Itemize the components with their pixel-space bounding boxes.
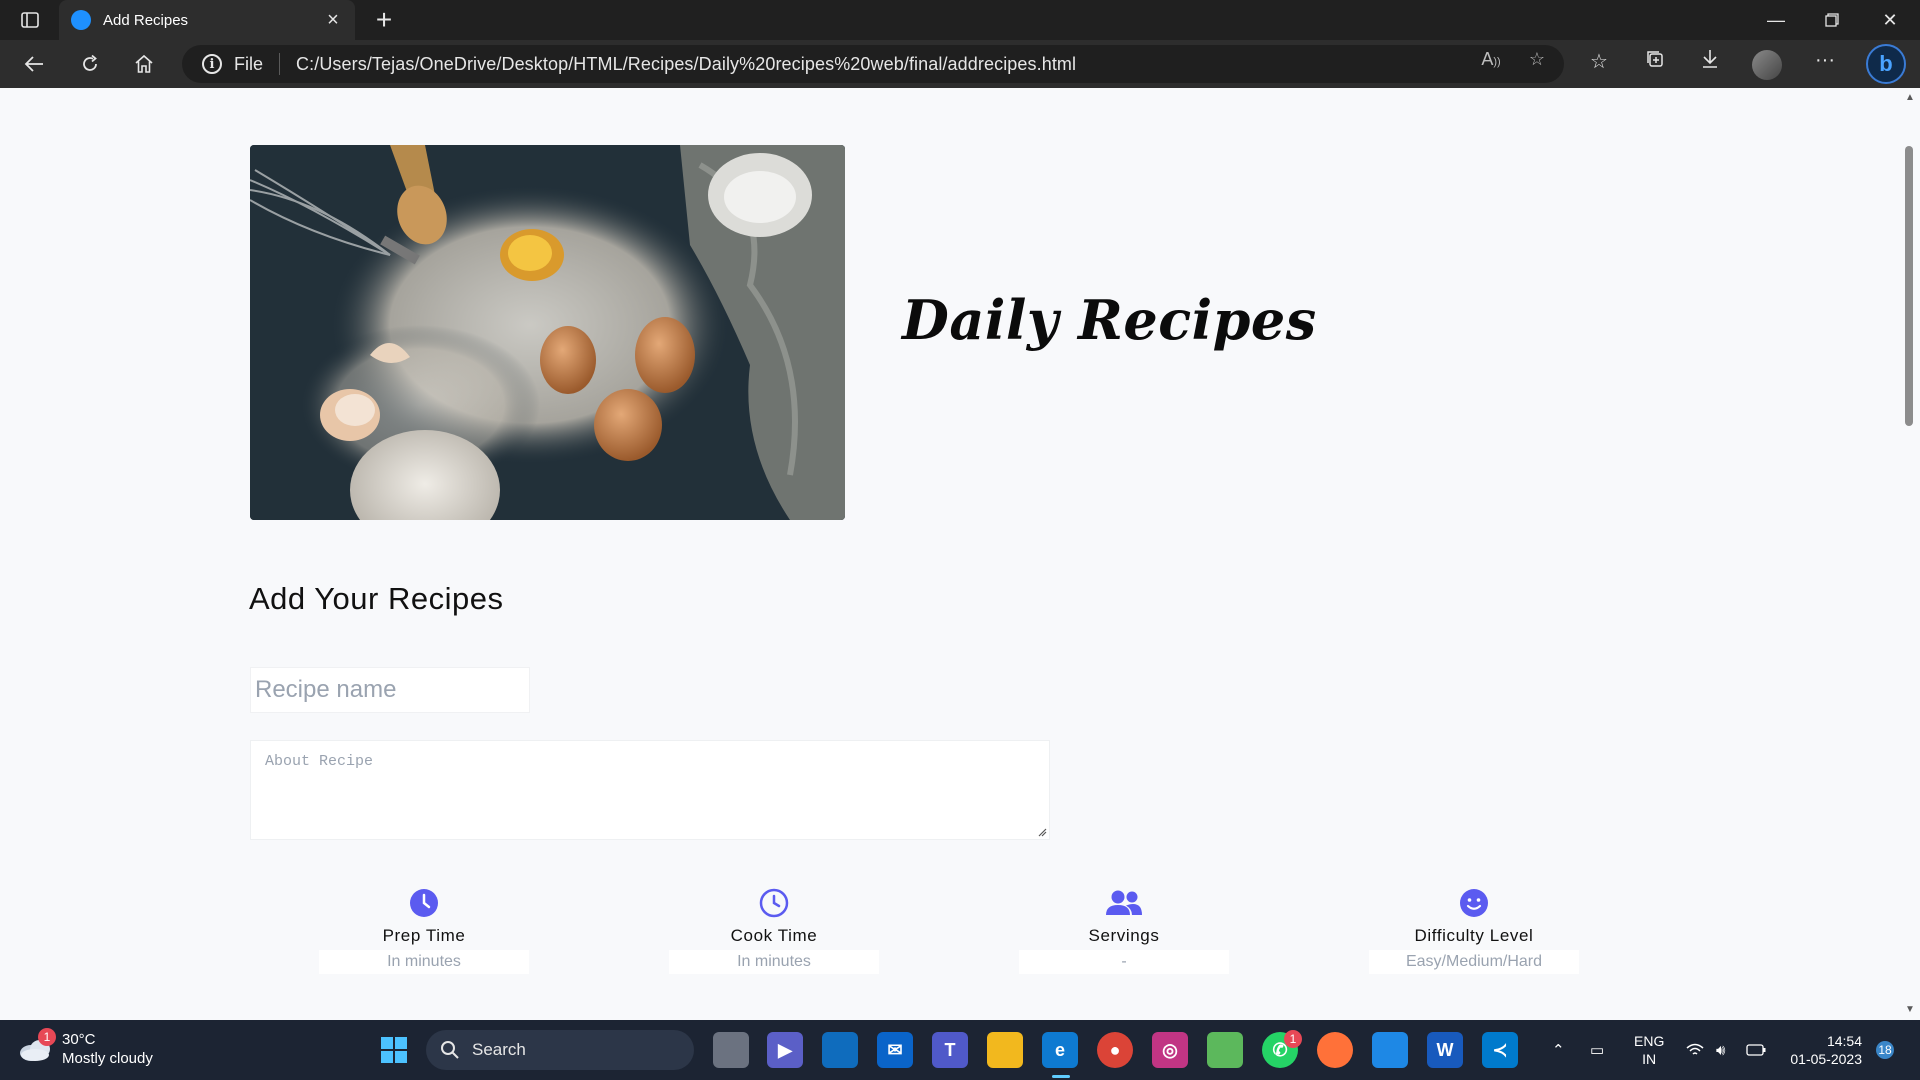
more-options-icon[interactable]: ··· (1810, 49, 1840, 72)
clock-filled-icon (409, 888, 439, 918)
chrome-icon[interactable]: ● (1097, 1032, 1133, 1068)
word-icon[interactable]: W (1427, 1032, 1463, 1068)
cook-time-field: Cook Time In minutes (669, 888, 879, 974)
vscode-icon[interactable]: ≺ (1482, 1032, 1518, 1068)
page-content: Daily Recipes Add Your Recipes Recipe na… (0, 88, 1900, 1020)
window-close-icon[interactable]: ✕ (1862, 0, 1918, 40)
add-favorite-icon[interactable]: ☆ (1524, 49, 1550, 70)
address-bar[interactable]: i File C:/Users/Tejas/OneDrive/Desktop/H… (182, 45, 1564, 83)
section-title: Add Your Recipes (249, 581, 504, 616)
prep-time-label: Prep Time (382, 926, 466, 945)
active-app-indicator (1052, 1075, 1070, 1078)
url-separator (279, 53, 281, 75)
snipping-tool-icon[interactable] (1372, 1032, 1408, 1068)
tab-actions-icon[interactable] (14, 8, 46, 32)
profile-avatar[interactable] (1752, 50, 1782, 80)
favorites-icon[interactable]: ☆ (1584, 49, 1614, 74)
start-windows-icon[interactable] (376, 1032, 412, 1068)
teams-icon[interactable]: T (932, 1032, 968, 1068)
browser-toolbar: i File C:/Users/Tejas/OneDrive/Desktop/H… (0, 40, 1920, 88)
scroll-up-icon[interactable]: ▲ (1904, 92, 1916, 104)
bing-copilot-icon[interactable]: b (1866, 44, 1906, 84)
scroll-down-icon[interactable]: ▼ (1904, 1004, 1916, 1016)
url-scheme-label: File (234, 53, 264, 74)
clock[interactable]: 14:54 01-05-2023 (1786, 1020, 1862, 1080)
search-icon (441, 1041, 459, 1059)
prep-time-field: Prep Time In minutes (319, 888, 529, 974)
servings-input[interactable]: - (1019, 950, 1229, 974)
collections-icon[interactable] (1640, 49, 1670, 75)
vertical-scrollbar[interactable]: ▲ ▼ (1900, 88, 1920, 1020)
language-indicator[interactable]: ENG IN (1634, 1020, 1664, 1080)
taskbar-search[interactable]: Search (426, 1030, 694, 1070)
instagram-icon[interactable]: ◎ (1152, 1032, 1188, 1068)
about-recipe-textarea[interactable]: About Recipe (250, 740, 1050, 840)
battery-icon[interactable] (1746, 1020, 1766, 1080)
minimize-icon[interactable]: — (1748, 0, 1804, 40)
new-tab-button[interactable]: + (368, 4, 400, 36)
weather-description: Mostly cloudy (62, 1050, 153, 1067)
downloads-icon[interactable] (1695, 49, 1725, 75)
whatsapp-badge: 1 (1284, 1030, 1302, 1048)
volume-icon[interactable]: 🔊︎ (1716, 1020, 1725, 1080)
bluestacks-icon[interactable] (1207, 1032, 1243, 1068)
clock-date: 01-05-2023 (1790, 1051, 1862, 1067)
recipe-name-input[interactable]: Recipe name (250, 667, 530, 713)
weather-badge: 1 (38, 1028, 56, 1046)
clock-outline-icon (759, 888, 789, 918)
tab-title: Add Recipes (103, 11, 189, 29)
browser-tab-bar: Add Recipes × + — ✕ (0, 0, 1920, 40)
clock-time: 14:54 (1826, 1033, 1862, 1049)
difficulty-level-field: Difficulty Level Easy/Medium/Hard (1369, 888, 1579, 974)
servings-label: Servings (1088, 926, 1160, 945)
mail-icon[interactable]: ✉ (877, 1032, 913, 1068)
servings-field: Servings - (1019, 888, 1229, 974)
hero-image (250, 145, 845, 520)
widgets-app-icon[interactable] (822, 1032, 858, 1068)
edge-browser-icon[interactable]: e (1042, 1032, 1078, 1068)
show-hidden-icons[interactable]: ⌃ (1552, 1020, 1565, 1080)
resize-grip-icon[interactable] (1037, 827, 1047, 837)
prep-time-input[interactable]: In minutes (319, 950, 529, 974)
region-code: IN (1642, 1051, 1657, 1067)
back-icon[interactable] (16, 48, 52, 80)
site-title: Daily Recipes (902, 288, 1317, 352)
teams-chat-icon[interactable]: ▶ (767, 1032, 803, 1068)
windows-taskbar: 1 30°C Mostly cloudy Search ▶ ✉ T e ● ◎ … (0, 1020, 1920, 1080)
tab-favicon-icon (71, 10, 91, 30)
notification-count-badge[interactable]: 18 (1876, 1041, 1894, 1059)
pen-touch-icon[interactable]: ▭ (1590, 1020, 1604, 1080)
difficulty-level-label: Difficulty Level (1414, 926, 1534, 945)
cook-time-label: Cook Time (730, 926, 818, 945)
read-aloud-icon[interactable]: A)) (1478, 49, 1504, 70)
difficulty-level-input[interactable]: Easy/Medium/Hard (1369, 950, 1579, 974)
restore-icon[interactable] (1804, 0, 1860, 40)
file-explorer-icon[interactable] (987, 1032, 1023, 1068)
tab-close-icon[interactable]: × (323, 9, 343, 32)
smile-icon (1459, 888, 1489, 918)
weather-temperature: 30°C (62, 1031, 96, 1048)
scroll-thumb[interactable] (1905, 146, 1913, 426)
search-label: Search (472, 1040, 526, 1059)
url-text[interactable]: C:/Users/Tejas/OneDrive/Desktop/HTML/Rec… (296, 54, 1076, 75)
wifi-icon[interactable] (1686, 1020, 1704, 1080)
task-view-icon[interactable] (713, 1032, 749, 1068)
weather-widget[interactable]: 1 30°C Mostly cloudy (18, 1028, 153, 1068)
users-icon (1104, 888, 1144, 918)
about-recipe-placeholder: About Recipe (265, 753, 374, 770)
language-code: ENG (1634, 1033, 1665, 1049)
cook-time-input[interactable]: In minutes (669, 950, 879, 974)
cloud-icon: 1 (18, 1028, 56, 1062)
site-info-icon[interactable]: i (202, 54, 222, 74)
browser-tab-active[interactable]: Add Recipes × (59, 0, 355, 40)
home-icon[interactable] (126, 48, 162, 80)
firefox-icon[interactable] (1317, 1032, 1353, 1068)
refresh-icon[interactable] (72, 48, 108, 80)
